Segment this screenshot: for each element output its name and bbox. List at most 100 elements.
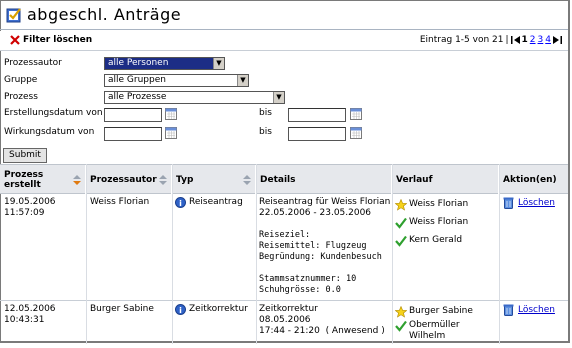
row-author: Burger Sabine (90, 304, 154, 314)
prozessautor-value: alle Personen (108, 58, 169, 68)
page-link-1[interactable]: 1 (522, 35, 528, 45)
row-created: 12.05.2006 10:43:31 (4, 304, 56, 326)
wirkungsdatum-label: Wirkungsdatum von (4, 127, 95, 137)
checklist-icon (6, 8, 21, 23)
sort-icon[interactable] (73, 175, 81, 185)
calendar-icon[interactable] (165, 108, 177, 120)
details-title: Zeitkorrektur (259, 304, 318, 314)
details-mittel: Reisemittel: Flugzeug (259, 241, 367, 251)
last-page-icon[interactable] (553, 36, 562, 44)
calendar-icon[interactable] (165, 127, 177, 139)
column-header-verlauf: Verlauf (392, 165, 499, 195)
row-date: 12.05.2006 (4, 304, 56, 314)
details-date: 08.05.2006 (259, 315, 311, 325)
erstellungsdatum-label: Erstellungsdatum von (4, 108, 103, 118)
pager-text: Eintrag 1-5 von 21 (419, 35, 504, 45)
verlauf-name: Weiss Florian (409, 199, 469, 209)
delete-link[interactable]: Löschen (518, 198, 555, 209)
wirkungsdatum-von-input[interactable] (104, 127, 162, 141)
details-schuh: Schuhgrösse: 0.0 (259, 285, 341, 295)
verlauf-item: Kern Gerald (395, 235, 499, 247)
details-begruendung: Begründung: Kundenbesuch (259, 252, 382, 262)
filter-clear-button[interactable]: Filter löschen (10, 35, 92, 45)
row-verlauf: Burger Sabine Obermüller Wilhelm (395, 306, 499, 348)
page-link-4[interactable]: 4 (545, 35, 551, 45)
details-stammsatz: Stammsatznummer: 10 (259, 274, 357, 284)
row-time: 11:57:09 (4, 208, 45, 218)
chevron-down-icon: ▼ (213, 58, 224, 69)
info-icon[interactable]: i (175, 197, 186, 208)
column-divider (172, 164, 173, 344)
details-time: 17:44 - 21:20 ( Anwesend ) (259, 326, 385, 336)
verlauf-item: Weiss Florian (395, 199, 499, 211)
row-action: Löschen (503, 304, 555, 316)
prozess-label: Prozess (4, 92, 38, 102)
sort-icon[interactable] (159, 175, 167, 185)
chevron-down-icon: ▼ (237, 75, 248, 86)
column-divider (392, 164, 393, 344)
page-header: abgeschl. Anträge (0, 0, 568, 30)
verlauf-name: Weiss Florian (409, 217, 469, 227)
close-icon (10, 35, 20, 45)
sort-icon[interactable] (243, 175, 251, 185)
row-details: Zeitkorrektur 08.05.2006 17:44 - 21:20 (… (259, 304, 391, 337)
prozessautor-label: Prozessautor (4, 58, 62, 68)
page-title: abgeschl. Anträge (27, 5, 182, 24)
row-action: Löschen (503, 197, 555, 209)
trash-icon[interactable] (503, 304, 514, 316)
star-icon (395, 306, 407, 318)
verlauf-name: Kern Gerald (409, 235, 463, 245)
details-title: Reiseantrag für Weiss Florian (259, 197, 391, 207)
pager: Eintrag 1-5 von 21 | 1 2 3 4 (420, 35, 562, 45)
column-header-typ[interactable]: Typ (172, 165, 256, 195)
row-type: i Reiseantrag (175, 197, 243, 208)
delete-link[interactable]: Löschen (518, 305, 555, 316)
row-details: Reiseantrag für Weiss Florian 22.05.2006… (259, 197, 391, 296)
pager-separator: | (505, 35, 509, 45)
calendar-icon[interactable] (350, 108, 362, 120)
gruppe-label: Gruppe (4, 75, 38, 85)
calendar-icon[interactable] (350, 127, 362, 139)
chevron-down-icon: ▼ (273, 92, 284, 103)
details-range: 22.05.2006 - 23.05.2006 (259, 208, 372, 218)
column-divider (499, 164, 500, 344)
trash-icon[interactable] (503, 197, 514, 209)
verlauf-name: Burger Sabine (409, 306, 473, 316)
gruppe-select[interactable]: alle Gruppen ▼ (104, 74, 249, 87)
info-icon[interactable]: i (175, 304, 186, 315)
page-link-3[interactable]: 3 (538, 35, 544, 45)
check-icon (395, 320, 407, 332)
filter-clear-label: Filter löschen (23, 35, 93, 45)
prozess-select[interactable]: alle Prozesse ▼ (104, 91, 285, 104)
wirkungsdatum-bis-label: bis (259, 127, 272, 137)
toolbar: Filter löschen Eintrag 1-5 von 21 | 1 2 … (0, 31, 568, 51)
prozess-value: alle Prozesse (108, 92, 167, 102)
prozessautor-select[interactable]: alle Personen ▼ (104, 57, 225, 70)
erstellungsdatum-bis-input[interactable] (288, 108, 346, 122)
column-header-typ-label: Typ (176, 175, 194, 185)
verlauf-item: Weiss Florian (395, 217, 499, 229)
details-ziel: Reiseziel: (259, 230, 311, 240)
verlauf-name: Obermüller Wilhelm (409, 320, 460, 341)
verlauf-item: Obermüller Wilhelm (395, 320, 499, 342)
row-type: i Zeitkorrektur (175, 304, 248, 315)
wirkungsdatum-bis-input[interactable] (288, 127, 346, 141)
row-type-label: Zeitkorrektur (189, 304, 248, 314)
erstellungsdatum-bis-label: bis (259, 108, 272, 118)
column-divider (256, 164, 257, 344)
submit-button[interactable]: Submit (3, 148, 47, 163)
star-icon (395, 199, 407, 211)
gruppe-value: alle Gruppen (108, 75, 166, 85)
verlauf-item: Burger Sabine (395, 306, 499, 318)
row-verlauf: Weiss Florian Weiss Florian Kern Gerald (395, 199, 499, 253)
first-page-icon[interactable] (510, 36, 520, 44)
column-header-erstellt[interactable]: Prozess erstellt (0, 165, 86, 195)
column-header-details: Details (256, 165, 392, 195)
row-type-label: Reiseantrag (189, 197, 243, 207)
column-divider (86, 164, 87, 344)
check-icon (395, 217, 407, 229)
page-link-2[interactable]: 2 (530, 35, 536, 45)
erstellungsdatum-von-input[interactable] (104, 108, 162, 122)
column-header-autor[interactable]: Prozessautor (86, 165, 172, 195)
row-created: 19.05.2006 11:57:09 (4, 197, 56, 219)
